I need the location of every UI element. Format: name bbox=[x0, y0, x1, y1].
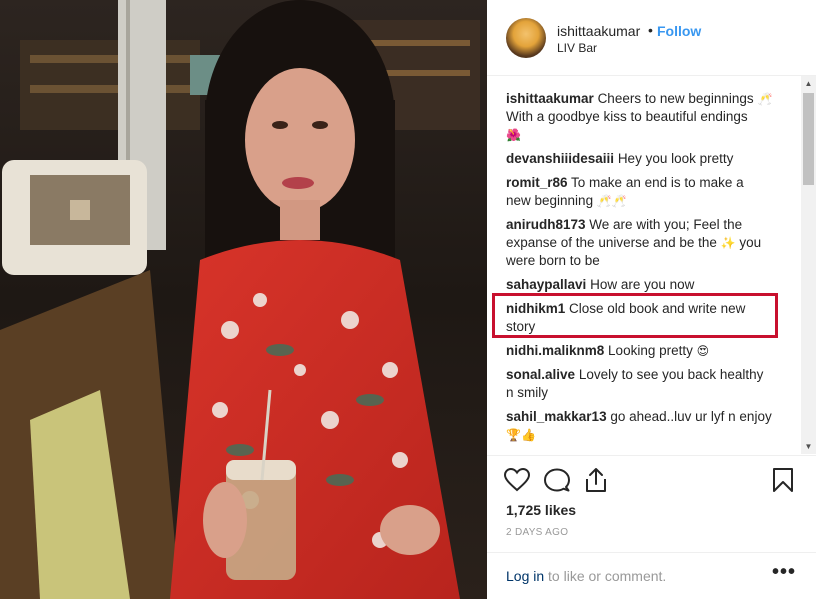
comment-text: go ahead..luv ur lyf n enjoy bbox=[610, 409, 772, 424]
scroll-down-icon[interactable]: ▼ bbox=[801, 439, 816, 454]
comment-username[interactable]: sahaypallavi bbox=[506, 277, 586, 292]
comment-text: We are with you; Feel the bbox=[589, 217, 743, 232]
list-item: anirudh8173 We are with you; Feel the ex… bbox=[506, 216, 784, 270]
comment-text-line2: expanse of the universe and be the bbox=[506, 235, 717, 250]
list-item: devanshiiidesaiii Hey you look pretty bbox=[506, 150, 784, 168]
post-header: ishittaakumar • Follow LIV Bar bbox=[487, 0, 816, 76]
list-item: sahil_makkar13 go ahead..luv ur lyf n en… bbox=[506, 408, 784, 444]
photo-illustration bbox=[0, 0, 487, 599]
comment-username[interactable]: ishittaakumar bbox=[506, 91, 594, 106]
login-link[interactable]: Log in bbox=[506, 568, 544, 584]
follow-button[interactable]: Follow bbox=[657, 23, 701, 39]
comments-list[interactable]: ishittaakumar Cheers to new beginnings 🥂… bbox=[487, 76, 816, 454]
post-details-panel: ishittaakumar • Follow LIV Bar ishittaak… bbox=[487, 0, 816, 599]
comment-text-line3: were born to be bbox=[506, 253, 600, 268]
comment-username[interactable]: sonal.alive bbox=[506, 367, 575, 382]
list-item: sonal.alive Lovely to see you back healt… bbox=[506, 366, 784, 402]
comment-text: Hey you look pretty bbox=[617, 151, 734, 166]
heart-icon[interactable] bbox=[503, 467, 531, 497]
bookmark-icon[interactable] bbox=[773, 468, 793, 497]
comment-emoji: 🥂 bbox=[757, 92, 773, 106]
comment-emoji: 🏆👍 bbox=[506, 428, 536, 442]
scroll-up-icon[interactable]: ▲ bbox=[801, 76, 816, 91]
login-rest-text: to like or comment. bbox=[544, 568, 667, 584]
list-item: sahaypallavi How are you now bbox=[506, 276, 784, 294]
comment-text-line2: new beginning bbox=[506, 193, 594, 208]
comment-text-line2-after: you bbox=[739, 235, 762, 250]
caption-comment: ishittaakumar Cheers to new beginnings 🥂… bbox=[506, 90, 784, 144]
comment-text: Cheers to new beginnings bbox=[597, 91, 754, 106]
comment-username[interactable]: devanshiiidesaiii bbox=[506, 151, 614, 166]
comment-text-line2: With a goodbye kiss to beautiful endings bbox=[506, 109, 748, 124]
login-text: Log in to like or comment. bbox=[506, 568, 666, 584]
post-photo[interactable] bbox=[0, 0, 487, 599]
login-prompt: Log in to like or comment. ••• bbox=[487, 552, 816, 602]
comment-text: To make an end is to make a bbox=[571, 175, 744, 190]
share-icon[interactable] bbox=[584, 467, 608, 498]
post-actions: 1,725 likes 2 DAYS AGO Log in to like or… bbox=[487, 455, 816, 601]
comment-text: Lovely to see you back healthy bbox=[578, 367, 764, 382]
comment-username[interactable]: romit_r86 bbox=[506, 175, 568, 190]
list-item: romit_r86 To make an end is to make a ne… bbox=[506, 174, 784, 210]
comment-icon[interactable] bbox=[544, 468, 570, 497]
avatar[interactable] bbox=[506, 18, 546, 58]
comment-emoji: 🥂🥂 bbox=[596, 194, 627, 208]
comment-username[interactable]: nidhi.maliknm8 bbox=[506, 343, 604, 358]
post-location[interactable]: LIV Bar bbox=[557, 41, 597, 55]
comments-scrollbar[interactable]: ▲ ▼ bbox=[801, 76, 816, 454]
likes-count[interactable]: 1,725 likes bbox=[506, 502, 576, 518]
comment-emoji-line3: 🌺 bbox=[506, 128, 521, 142]
post-timestamp[interactable]: 2 DAYS AGO bbox=[506, 527, 568, 538]
separator-dot: • bbox=[648, 22, 653, 38]
scroll-thumb[interactable] bbox=[803, 93, 814, 185]
list-item: nidhi.maliknm8 Looking pretty 😍 bbox=[506, 342, 784, 360]
comment-emoji: ✨ bbox=[720, 236, 736, 250]
comment-text: Looking pretty bbox=[608, 343, 693, 358]
comment-text: How are you now bbox=[590, 277, 695, 292]
comment-username[interactable]: sahil_makkar13 bbox=[506, 409, 607, 424]
highlight-box bbox=[492, 293, 778, 338]
comment-emoji: 😍 bbox=[696, 344, 710, 358]
comment-text-line2: n smily bbox=[506, 385, 549, 400]
post-username[interactable]: ishittaakumar bbox=[557, 23, 640, 39]
more-options-icon[interactable]: ••• bbox=[772, 561, 796, 584]
comment-username[interactable]: anirudh8173 bbox=[506, 217, 586, 232]
